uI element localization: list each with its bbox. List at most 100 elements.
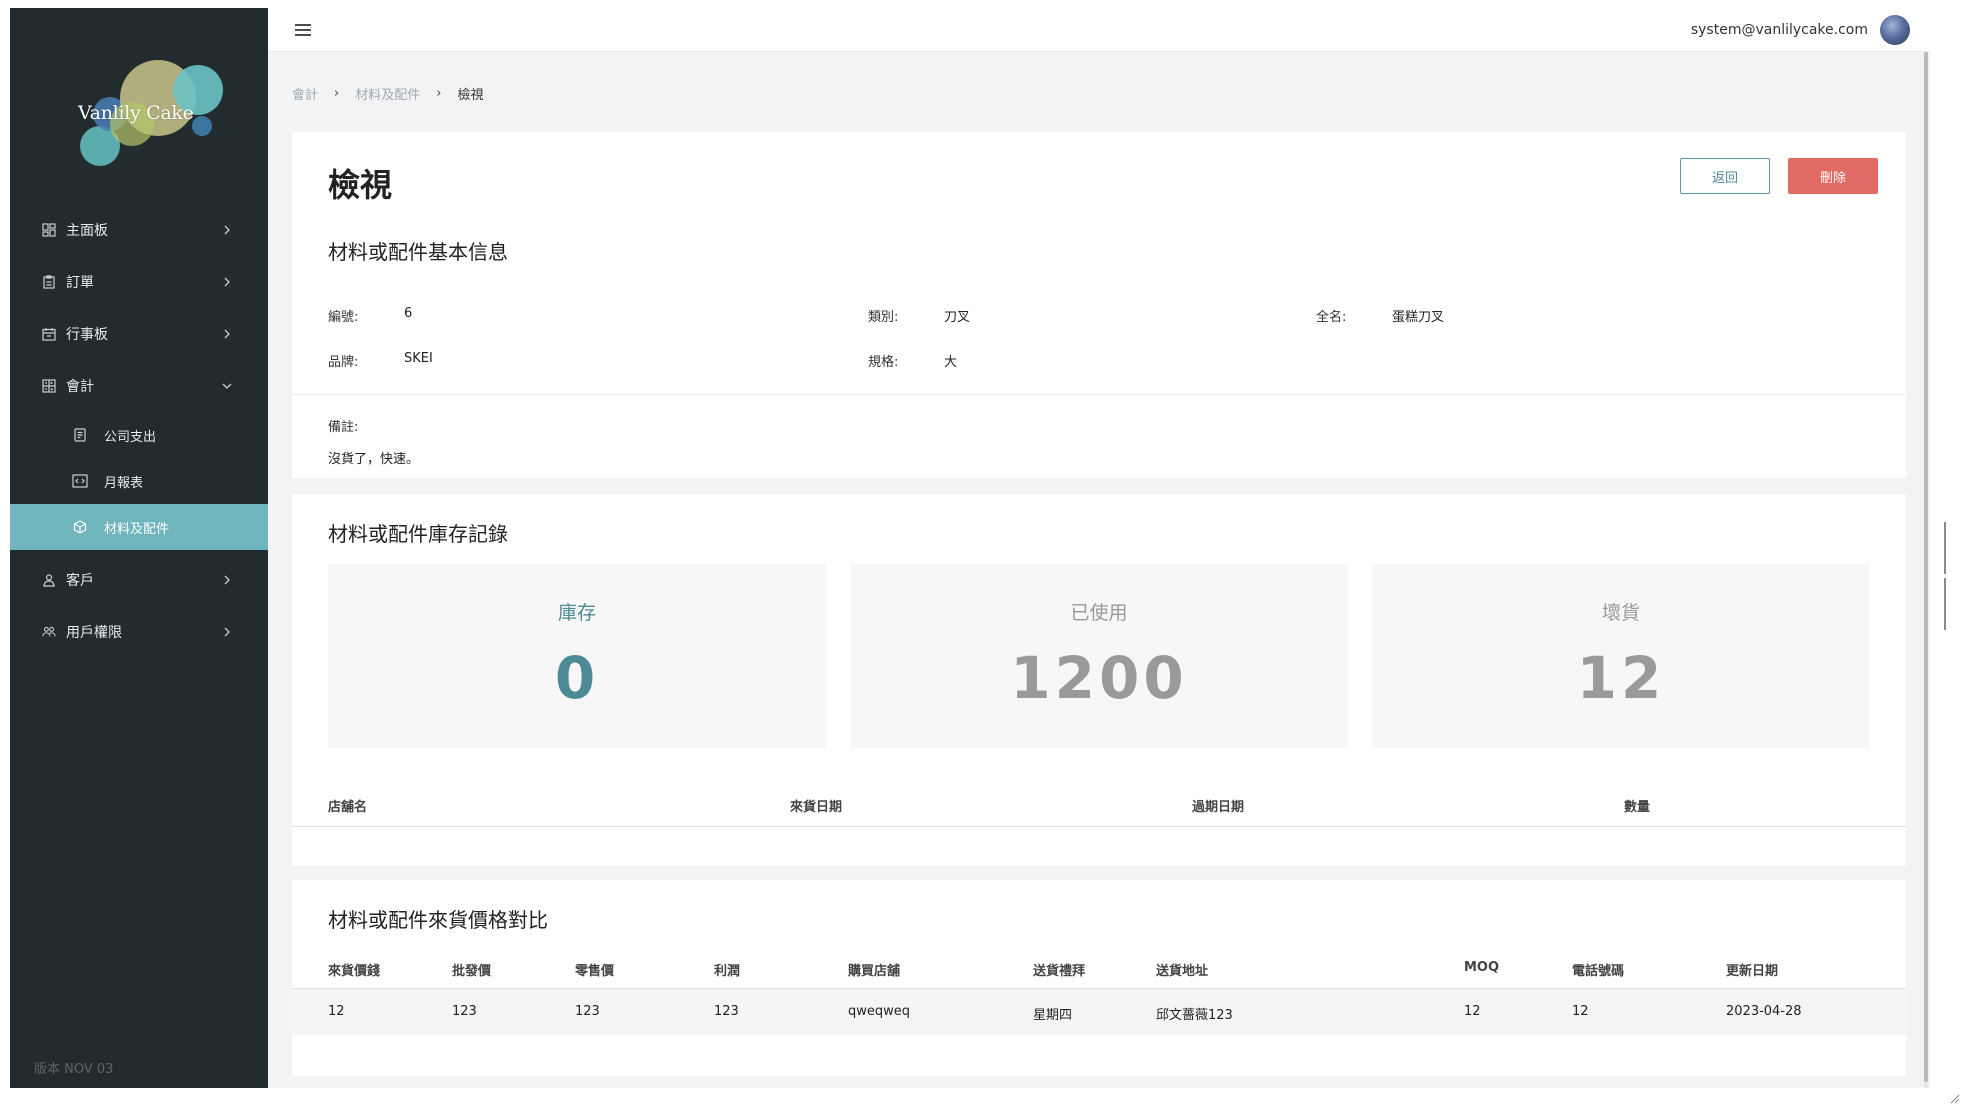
sidebar-item-customers[interactable]: 客戶 <box>10 554 268 606</box>
column-header: 數量 <box>1624 800 1651 815</box>
column-header: MOQ <box>1464 960 1500 975</box>
column-header: 電話號碼 <box>1572 964 1625 979</box>
user-email[interactable]: system@vanlilycake.com <box>1691 22 1868 38</box>
sidebar: Vanlily Cake 主面板 訂單 行事板 會計 公司支出 月報表 材料及配… <box>10 8 268 1088</box>
code-report-icon <box>72 473 88 489</box>
users-icon <box>42 625 56 639</box>
sidebar-item-accounting[interactable]: 會計 <box>10 360 268 412</box>
stat-stock: 庫存 0 <box>328 564 826 748</box>
code-value: 6 <box>404 306 413 321</box>
sidebar-item-label: 客戶 <box>66 573 94 589</box>
sidebar-subitem-monthly-report[interactable]: 月報表 <box>10 458 268 504</box>
calendar-icon <box>42 327 56 341</box>
user-icon <box>42 573 56 587</box>
logo-text: Vanlily Cake <box>78 102 194 124</box>
basic-info-title: 材料或配件基本信息 <box>328 240 508 264</box>
column-header: 購買店舖 <box>848 964 901 979</box>
cell-delivery-day: 星期四 <box>1033 1008 1073 1023</box>
sidebar-item-label: 用戶權限 <box>66 625 122 641</box>
top-bar: system@vanlilycake.com <box>268 8 1930 52</box>
hamburger-menu-icon[interactable] <box>294 22 312 38</box>
dashboard-icon <box>42 223 56 237</box>
cell-delivery-address: 邱文薔薇123 <box>1156 1008 1233 1023</box>
stat-used-label: 已使用 <box>1070 602 1128 624</box>
column-header: 批發價 <box>452 964 492 979</box>
chevron-right-icon <box>224 627 230 637</box>
scrollbar-thumb[interactable] <box>1924 52 1928 1082</box>
divider <box>292 394 1906 395</box>
sidebar-item-label: 材料及配件 <box>104 521 170 537</box>
breadcrumb-current: 檢視 <box>457 88 484 103</box>
category-value: 刀叉 <box>944 310 971 325</box>
category-label: 類別: <box>868 310 899 325</box>
inventory-title: 材料或配件庫存記錄 <box>328 522 508 546</box>
avatar[interactable] <box>1880 15 1910 45</box>
stat-used-value: 1200 <box>1010 644 1188 712</box>
spec-label: 規格: <box>868 355 899 370</box>
cell-phone: 12 <box>1572 1004 1589 1019</box>
version-label: 版本 NOV 03 <box>34 1062 114 1077</box>
document-icon <box>72 427 88 443</box>
sidebar-item-orders[interactable]: 訂單 <box>10 256 268 308</box>
spec-value: 大 <box>944 355 958 370</box>
breadcrumb-separator: › <box>436 86 442 101</box>
sidebar-item-label: 訂單 <box>66 275 94 291</box>
sidebar-item-label: 主面板 <box>66 223 108 239</box>
sidebar-item-dashboard[interactable]: 主面板 <box>10 204 268 256</box>
app-frame: Vanlily Cake 主面板 訂單 行事板 會計 公司支出 月報表 材料及配… <box>10 8 1930 1088</box>
breadcrumb-item-accounting[interactable]: 會計 <box>292 84 318 103</box>
cube-icon <box>72 519 88 535</box>
inventory-card: 材料或配件庫存記錄 庫存 0 已使用 1200 壞貨 12 店舖名 來貨日期 過… <box>292 494 1906 866</box>
stat-used: 已使用 1200 <box>850 564 1348 748</box>
column-header: 來貨日期 <box>790 800 843 815</box>
column-header: 利潤 <box>714 964 741 979</box>
brand-value: SKEI <box>404 351 433 366</box>
calculator-icon <box>42 379 56 393</box>
sidebar-item-calendar[interactable]: 行事板 <box>10 308 268 360</box>
breadcrumb: 會計 › 材料及配件 › 檢視 <box>292 84 483 103</box>
back-button[interactable]: 返回 <box>1680 158 1770 194</box>
cell-retail-price: 123 <box>575 1004 600 1019</box>
price-comparison-title: 材料或配件來貨價格對比 <box>328 908 548 932</box>
column-header: 店舖名 <box>328 800 368 815</box>
stat-damaged: 壞貨 12 <box>1372 564 1870 748</box>
clipboard-icon <box>42 275 56 289</box>
sidebar-subitem-company-expenses[interactable]: 公司支出 <box>10 412 268 458</box>
fullname-value: 蛋糕刀叉 <box>1392 310 1445 325</box>
resize-handle[interactable] <box>1944 522 1951 630</box>
cell-cost-price: 12 <box>328 1004 345 1019</box>
sidebar-nav: 主面板 訂單 行事板 會計 公司支出 月報表 材料及配件 客戶 用戶權限 <box>10 204 268 658</box>
note-value: 沒貨了，快速。 <box>328 452 420 467</box>
stat-damaged-value: 12 <box>1576 644 1666 712</box>
delete-button[interactable]: 刪除 <box>1788 158 1878 194</box>
note-label: 備註: <box>328 420 359 435</box>
sidebar-item-label: 公司支出 <box>104 429 157 445</box>
breadcrumb-separator: › <box>334 86 340 101</box>
code-label: 編號: <box>328 310 359 325</box>
sidebar-item-user-permissions[interactable]: 用戶權限 <box>10 606 268 658</box>
sidebar-subitem-materials[interactable]: 材料及配件 <box>10 504 268 550</box>
column-header: 更新日期 <box>1726 964 1779 979</box>
table-row[interactable]: 12 123 123 123 qweqweq 星期四 邱文薔薇123 12 12… <box>292 989 1906 1035</box>
stat-stock-label: 庫存 <box>557 602 596 624</box>
cell-store: qweqweq <box>848 1004 911 1019</box>
brand-label: 品牌: <box>328 355 359 370</box>
chevron-right-icon <box>224 277 230 287</box>
resize-corner-icon[interactable] <box>1948 1092 1960 1104</box>
breadcrumb-item-materials[interactable]: 材料及配件 <box>355 84 420 103</box>
column-header: 來貨價錢 <box>328 964 381 979</box>
column-header: 送貨地址 <box>1156 964 1209 979</box>
stat-damaged-label: 壞貨 <box>1601 602 1640 624</box>
basic-info-card: 檢視 返回 刪除 材料或配件基本信息 編號: 6 類別: 刀叉 全名: 蛋糕刀叉… <box>292 132 1906 478</box>
price-comparison-card: 材料或配件來貨價格對比 來貨價錢 批發價 零售價 利潤 購買店舖 送貨禮拜 送貨… <box>292 880 1906 1076</box>
sidebar-item-label: 月報表 <box>104 475 144 491</box>
cell-wholesale-price: 123 <box>452 1004 477 1019</box>
chevron-down-icon <box>222 383 232 389</box>
chevron-right-icon <box>224 225 230 235</box>
sidebar-item-label: 行事板 <box>66 327 108 343</box>
chevron-right-icon <box>224 329 230 339</box>
page-title: 檢視 <box>328 166 393 204</box>
fullname-label: 全名: <box>1316 310 1347 325</box>
cell-moq: 12 <box>1464 1004 1481 1019</box>
table-header-divider <box>292 826 1906 827</box>
